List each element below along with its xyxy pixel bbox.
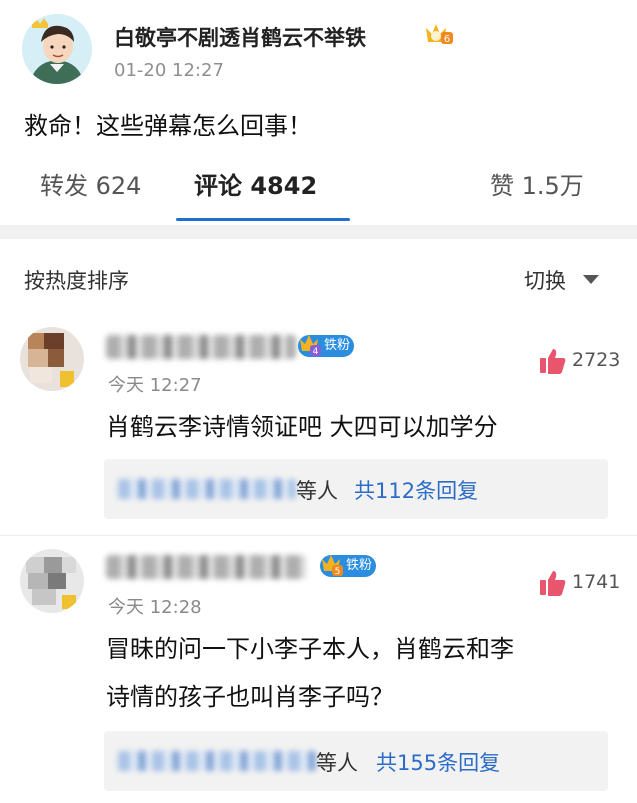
- like-button[interactable]: 1741: [538, 567, 628, 597]
- comment-text-line: 肖鹤云李诗情领证吧 大四可以加学分: [106, 413, 498, 441]
- fan-badge: 4 铁粉: [298, 335, 355, 357]
- thumbs-up-icon: [540, 349, 566, 374]
- comment-divider: [0, 535, 637, 536]
- svg-text:6: 6: [444, 34, 450, 45]
- comment-text: 冒昧的问一下小李子本人，肖鹤云和李 诗情的孩子也叫肖李子吗？: [106, 625, 514, 721]
- reply-summary[interactable]: 等人 共112条回复: [104, 459, 608, 519]
- section-gap: [0, 225, 637, 239]
- like-count: 1741: [572, 571, 621, 593]
- tab-like[interactable]: 赞 1.5万: [490, 166, 584, 201]
- reply-etc: 等人: [296, 479, 338, 503]
- caret-down-icon[interactable]: [583, 275, 599, 284]
- author-avatar[interactable]: [22, 14, 92, 84]
- post-header: 白敬亭不剧透肖鹤云不举铁 6 01-20 12:27: [0, 0, 637, 90]
- fan-badge: 5 铁粉: [320, 555, 377, 577]
- fan-badge-label: 铁粉: [346, 558, 373, 573]
- comment-time: 今天 12:28: [108, 597, 202, 618]
- post-tabs: 转发 624 评论 4842 赞 1.5万: [0, 160, 637, 224]
- comment-text-line: 诗情的孩子也叫肖李子吗？: [106, 683, 394, 711]
- sort-switch-button[interactable]: 切换: [524, 265, 566, 295]
- thumbs-up-icon: [540, 571, 566, 596]
- sort-label: 按热度排序: [24, 269, 129, 293]
- reply-count-link[interactable]: 共155条回复: [376, 747, 500, 777]
- comment-time: 今天 12:27: [108, 375, 202, 396]
- crown-level-icon: 4: [300, 335, 321, 357]
- reply-count-link[interactable]: 共112条回复: [354, 475, 478, 505]
- svg-text:4: 4: [313, 347, 319, 357]
- tab-comment[interactable]: 评论 4842: [194, 166, 317, 201]
- reply-etc: 等人: [316, 751, 358, 775]
- tab-active-indicator: [176, 218, 350, 221]
- commenter-name-blurred[interactable]: [106, 335, 296, 359]
- replier-names-blurred: [118, 479, 296, 499]
- post-text: 救命！这些弹幕怎么回事！: [24, 112, 312, 140]
- author-name[interactable]: 白敬亭不剧透肖鹤云不举铁: [114, 22, 366, 52]
- commenter-name-blurred[interactable]: [106, 555, 306, 579]
- reply-summary[interactable]: 等人 共155条回复: [104, 731, 608, 791]
- replier-names-blurred: [118, 751, 316, 771]
- comment-text-line: 冒昧的问一下小李子本人，肖鹤云和李: [106, 635, 514, 663]
- crown-level-icon: 6: [424, 20, 454, 48]
- crown-level-icon: 5: [322, 555, 343, 577]
- fan-badge-label: 铁粉: [324, 338, 351, 353]
- commenter-avatar[interactable]: [20, 549, 84, 613]
- sort-bar: 按热度排序 切换: [0, 239, 637, 317]
- tab-repost[interactable]: 转发 624: [40, 166, 141, 201]
- like-count: 2723: [572, 349, 621, 371]
- commenter-avatar[interactable]: [20, 327, 84, 391]
- post-time: 01-20 12:27: [114, 60, 224, 81]
- comment-text: 肖鹤云李诗情领证吧 大四可以加学分: [106, 403, 498, 451]
- like-button[interactable]: 2723: [538, 345, 628, 375]
- svg-text:5: 5: [335, 567, 341, 577]
